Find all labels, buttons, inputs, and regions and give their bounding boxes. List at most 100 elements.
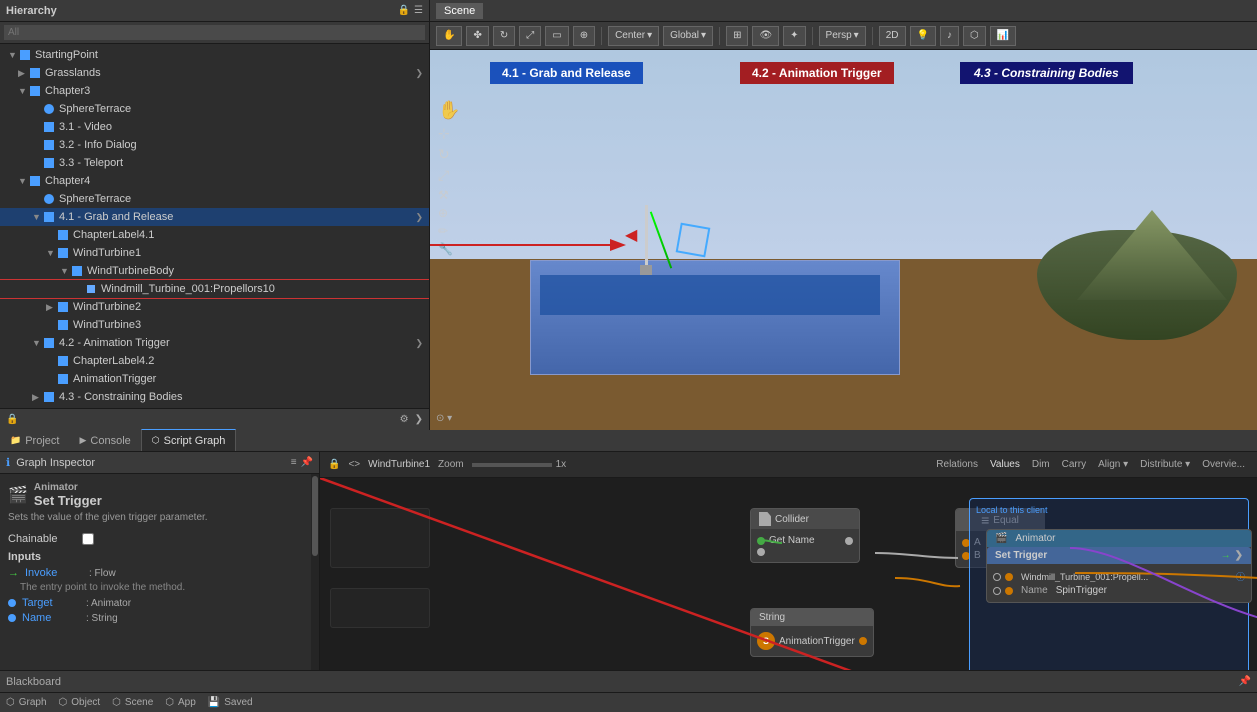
local-box-label: Local to this client (976, 505, 1242, 515)
console-icon: ▶ (79, 435, 86, 446)
tree-item-wind-turbine-1[interactable]: ▼ WindTurbine1 (0, 244, 429, 262)
distribute-btn[interactable]: Distribute ▾ (1136, 457, 1194, 472)
tree-item-chapter-label-4-2[interactable]: ChapterLabel4.2 (0, 352, 429, 370)
move-tool-btn[interactable]: ✤ (466, 26, 488, 46)
tab-script-graph[interactable]: ⬡ Script Graph (141, 429, 237, 451)
tree-item-windmill-propellors[interactable]: Windmill_Turbine_001:Propellors10 (0, 280, 429, 298)
scene-header: Scene (430, 0, 1257, 22)
tree-item-chapter4[interactable]: ▼ Chapter4 (0, 172, 429, 190)
graph-node-set-trigger: 🎬 Animator Set Trigger → ❯ (986, 529, 1252, 603)
center-btn[interactable]: Center ▾ (608, 26, 659, 46)
scene-label-constraining-bodies[interactable]: 4.3 - Constraining Bodies (960, 62, 1133, 84)
label-animation-trigger-obj: AnimationTrigger (73, 373, 156, 385)
menu-icon[interactable]: ☰ (414, 5, 423, 16)
audio-btn[interactable]: ♪ (940, 26, 959, 46)
tree-item-wind-turbine-2[interactable]: ▶ WindTurbine2 (0, 298, 429, 316)
lock-bottom-icon: 🔒 (6, 414, 18, 425)
tree-item-constraining-bodies[interactable]: ▶ 4.3 - Constraining Bodies (0, 388, 429, 406)
carry-btn[interactable]: Carry (1058, 457, 1090, 472)
tree-item-sphere-terrace-3[interactable]: SphereTerrace (0, 100, 429, 118)
inspector-node-name-block: Animator Set Trigger (34, 482, 102, 508)
port-dot-orange-name (1005, 587, 1013, 595)
tree-item-info-dialog[interactable]: 3.2 - Info Dialog (0, 136, 429, 154)
tab-console[interactable]: ▶ Console (69, 429, 140, 451)
chainable-field: Chainable (8, 533, 303, 545)
status-scene[interactable]: ⬡ Scene (112, 697, 153, 708)
2d-label: 2D (886, 30, 899, 41)
panel-bottom-menu: ⚙ (400, 414, 409, 425)
2d-btn[interactable]: 2D (879, 26, 906, 46)
tree-arrow-chapter4: ▼ (18, 176, 28, 186)
relations-btn[interactable]: Relations (932, 457, 982, 472)
persp-btn[interactable]: Persp ▾ (819, 26, 866, 46)
inspector-scrollbar[interactable] (311, 474, 319, 670)
inspector-pin-icon[interactable]: 📌 (301, 457, 313, 468)
hand-tool-btn[interactable]: ✋ (436, 26, 462, 46)
tree-item-chapter3[interactable]: ▼ Chapter3 (0, 82, 429, 100)
global-btn[interactable]: Global ▾ (663, 26, 713, 46)
rect-tool-btn[interactable]: ▭ (545, 26, 568, 46)
light-btn[interactable]: 💡 (910, 26, 936, 46)
transform-tool-btn[interactable]: ⊕ (573, 26, 595, 46)
tab-project[interactable]: 📁 Project (0, 429, 69, 451)
chainable-label: Chainable (8, 533, 58, 545)
align-btn[interactable]: Align ▾ (1094, 457, 1132, 472)
rotate-tool-btn[interactable]: ↻ (493, 26, 515, 46)
tree-item-visual-scripting[interactable]: VisualScripting SceneVariables (0, 406, 429, 408)
hierarchy-search-input[interactable] (4, 25, 425, 40)
graph-status-label: Graph (19, 697, 47, 708)
saved-status-icon: 💾 (208, 697, 220, 708)
name-type: : String (86, 613, 118, 624)
overview-btn[interactable]: Overvie... (1198, 457, 1249, 472)
status-graph[interactable]: ⬡ Graph (6, 697, 47, 708)
tree-item-sphere-terrace-4[interactable]: SphereTerrace (0, 190, 429, 208)
scene-label-animation-trigger[interactable]: 4.2 - Animation Trigger (740, 62, 894, 84)
cube-icon-constraining (42, 390, 56, 404)
dim-btn[interactable]: Dim (1028, 457, 1054, 472)
gizmo-paint: ✏ (438, 224, 478, 238)
fx-btn2[interactable]: ⬡ (963, 26, 986, 46)
status-saved[interactable]: 💾 Saved (208, 697, 253, 708)
tree-item-starting-point[interactable]: ▼ StartingPoint (0, 46, 429, 64)
cube-icon-wind-turbine-3 (56, 318, 70, 332)
status-app[interactable]: ⬡ App (165, 697, 196, 708)
grid-btn[interactable]: ⊞ (726, 26, 748, 46)
status-object[interactable]: ⬡ Object (59, 697, 101, 708)
center-label: Center (615, 30, 645, 41)
tree-item-grasslands[interactable]: ▶ Grasslands ❯ (0, 64, 429, 82)
tree-item-chapter-label-4-1[interactable]: ChapterLabel4.1 (0, 226, 429, 244)
vis-btn[interactable]: 👁 (752, 26, 779, 46)
tree-item-animation-trigger-obj[interactable]: AnimationTrigger (0, 370, 429, 388)
zoom-slider[interactable] (472, 463, 552, 467)
tree-item-wind-turbine-3[interactable]: WindTurbine3 (0, 316, 429, 334)
stats-btn[interactable]: 📊 (990, 26, 1016, 46)
tree-arrow-wind-turbine-2: ▶ (46, 302, 56, 313)
relations-bar: Relations Values Dim Carry Align ▾ Distr… (932, 457, 1249, 472)
hierarchy-bottom-icons: 🔒 ⚙ ❯ (0, 408, 429, 430)
tree-item-teleport-3[interactable]: 3.3 - Teleport (0, 154, 429, 172)
collider-node-body: Get Name (751, 529, 859, 562)
fx-btn[interactable]: ✦ (783, 26, 805, 46)
wind-turbine-breadcrumb[interactable]: WindTurbine1 (368, 459, 430, 470)
bottom-area: 📁 Project ▶ Console ⬡ Script Graph ℹ Gra… (0, 430, 1257, 712)
blackboard-pin-icon[interactable]: 📌 (1239, 676, 1251, 687)
chevron-down-icon3: ▾ (854, 30, 859, 41)
turbine-mast-1 (645, 205, 648, 265)
chainable-checkbox[interactable] (82, 533, 94, 545)
inspector-menu-icon[interactable]: ≡ (291, 457, 297, 468)
panel-bottom-arrow: ❯ (415, 414, 423, 425)
tree-item-animation-trigger[interactable]: ▼ 4.2 - Animation Trigger ❯ (0, 334, 429, 352)
file-icon-collider (759, 512, 771, 526)
lock-icon[interactable]: 🔒 (398, 5, 410, 16)
values-btn[interactable]: Values (986, 457, 1024, 472)
cube-icon-chapter4 (28, 174, 42, 188)
tree-item-video-3[interactable]: 3.1 - Video (0, 118, 429, 136)
tree-item-wind-turbine-body[interactable]: ▼ WindTurbineBody (0, 262, 429, 280)
scene-tab[interactable]: Scene (436, 3, 483, 19)
port-string-val: S AnimationTrigger (757, 632, 867, 650)
scene-label-grab-release[interactable]: 4.1 - Grab and Release (490, 62, 643, 84)
tree-item-grab-release[interactable]: ▼ 4.1 - Grab and Release ❯ (0, 208, 429, 226)
gizmo-hand: ✋ (438, 100, 478, 121)
scale-tool-btn[interactable]: ⤢ (519, 26, 541, 46)
inspector-body: 🎬 Animator Set Trigger Sets the value of… (0, 474, 319, 670)
